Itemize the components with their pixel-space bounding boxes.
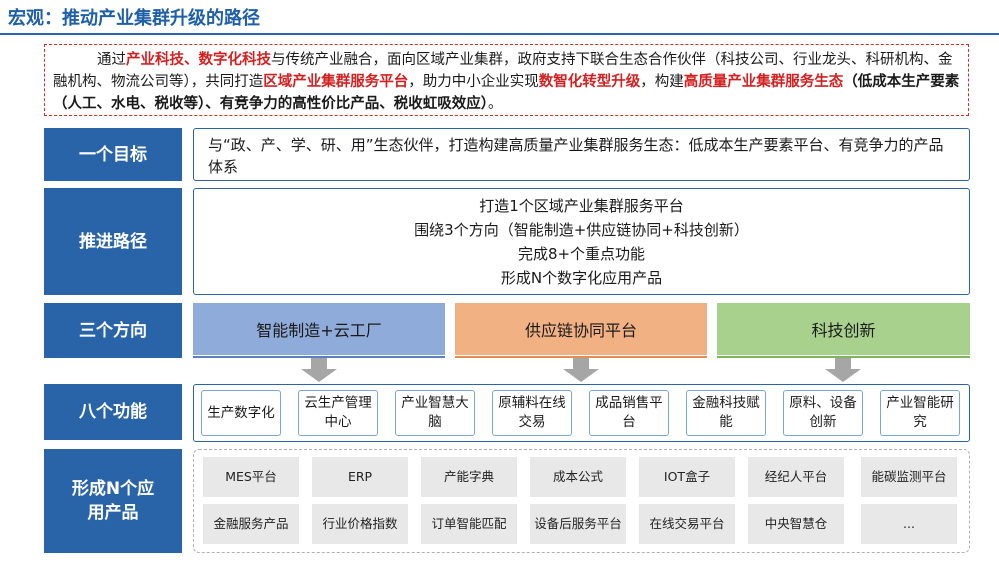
- app-item: ERP: [312, 457, 408, 497]
- app-item: 在线交易平台: [639, 504, 735, 544]
- down-arrow-icon: [563, 358, 599, 382]
- app-item: MES平台: [203, 457, 299, 497]
- intro-text: 。: [488, 96, 503, 112]
- intro-box: 通过产业科技、数字化科技与传统产业融合，面向区域产业集群，政府支持下联合生态合作…: [44, 44, 969, 116]
- intro-text: ，构建: [640, 74, 684, 90]
- function-item: 金融科技赋能: [686, 390, 766, 436]
- function-item: 产业智能研究: [880, 390, 960, 436]
- function-item: 原辅料在线交易: [492, 390, 572, 436]
- intro-highlight: 产业科技、数字化科技: [126, 52, 271, 68]
- row-label-apps: 形成N个应用产品: [44, 449, 182, 553]
- intro-highlight: 高质量产业集群服务生态: [683, 74, 844, 90]
- direction-smart-manufacturing: 智能制造+云工厂: [193, 303, 445, 355]
- app-item: 能碳监测平台: [861, 457, 957, 497]
- app-item: 设备后服务平台: [530, 504, 626, 544]
- direction-supply-chain: 供应链协同平台: [455, 303, 707, 355]
- app-item: 中央智慧仓: [748, 504, 844, 544]
- app-item: ...: [861, 504, 957, 544]
- function-item: 云生产管理中心: [298, 390, 378, 436]
- app-item: 金融服务产品: [203, 504, 299, 544]
- app-item: 订单智能匹配: [421, 504, 517, 544]
- path-line: 形成N个数字化应用产品: [500, 268, 663, 287]
- row-label-functions: 八个功能: [44, 384, 182, 440]
- function-item: 生产数字化: [201, 390, 281, 436]
- row-label-goal: 一个目标: [44, 128, 182, 181]
- page-title: 宏观：推动产业集群升级的路径: [8, 8, 260, 29]
- goal-panel: 与“政、产、学、研、用”生态伙伴，打造构建高质量产业集群服务生态：低成本生产要素…: [193, 128, 970, 181]
- path-panel: 打造1个区域产业集群服务平台 围绕3个方向（智能制造+供应链协同+科技创新） 完…: [193, 188, 970, 295]
- row-label-path: 推进路径: [44, 188, 182, 295]
- app-item: 产能字典: [421, 457, 517, 497]
- intro-text: 通过: [97, 52, 126, 68]
- direction-tech-innovation: 科技创新: [717, 303, 970, 355]
- intro-text: ，助力中小企业实现: [408, 74, 539, 90]
- path-line: 完成8+个重点功能: [517, 244, 646, 263]
- intro-highlight: 区域产业集群服务平台: [263, 74, 409, 90]
- app-item: 成本公式: [530, 457, 626, 497]
- path-line: 打造1个区域产业集群服务平台: [479, 196, 684, 215]
- function-item: 产业智慧大脑: [395, 390, 475, 436]
- down-arrow-icon: [301, 358, 337, 382]
- goal-text: 与“政、产、学、研、用”生态伙伴，打造构建高质量产业集群服务生态：低成本生产要素…: [208, 136, 944, 176]
- function-item: 原料、设备创新: [783, 390, 863, 436]
- down-arrow-icon: [825, 358, 861, 382]
- intro-highlight: 数智化转型升级: [538, 74, 641, 90]
- path-line: 围绕3个方向（智能制造+供应链协同+科技创新）: [414, 220, 749, 239]
- title-divider: [0, 33, 999, 35]
- app-item: IOT盒子: [639, 457, 735, 497]
- app-item: 经纪人平台: [748, 457, 844, 497]
- row-label-directions: 三个方向: [44, 303, 182, 358]
- app-item: 行业价格指数: [312, 504, 408, 544]
- function-item: 成品销售平台: [589, 390, 669, 436]
